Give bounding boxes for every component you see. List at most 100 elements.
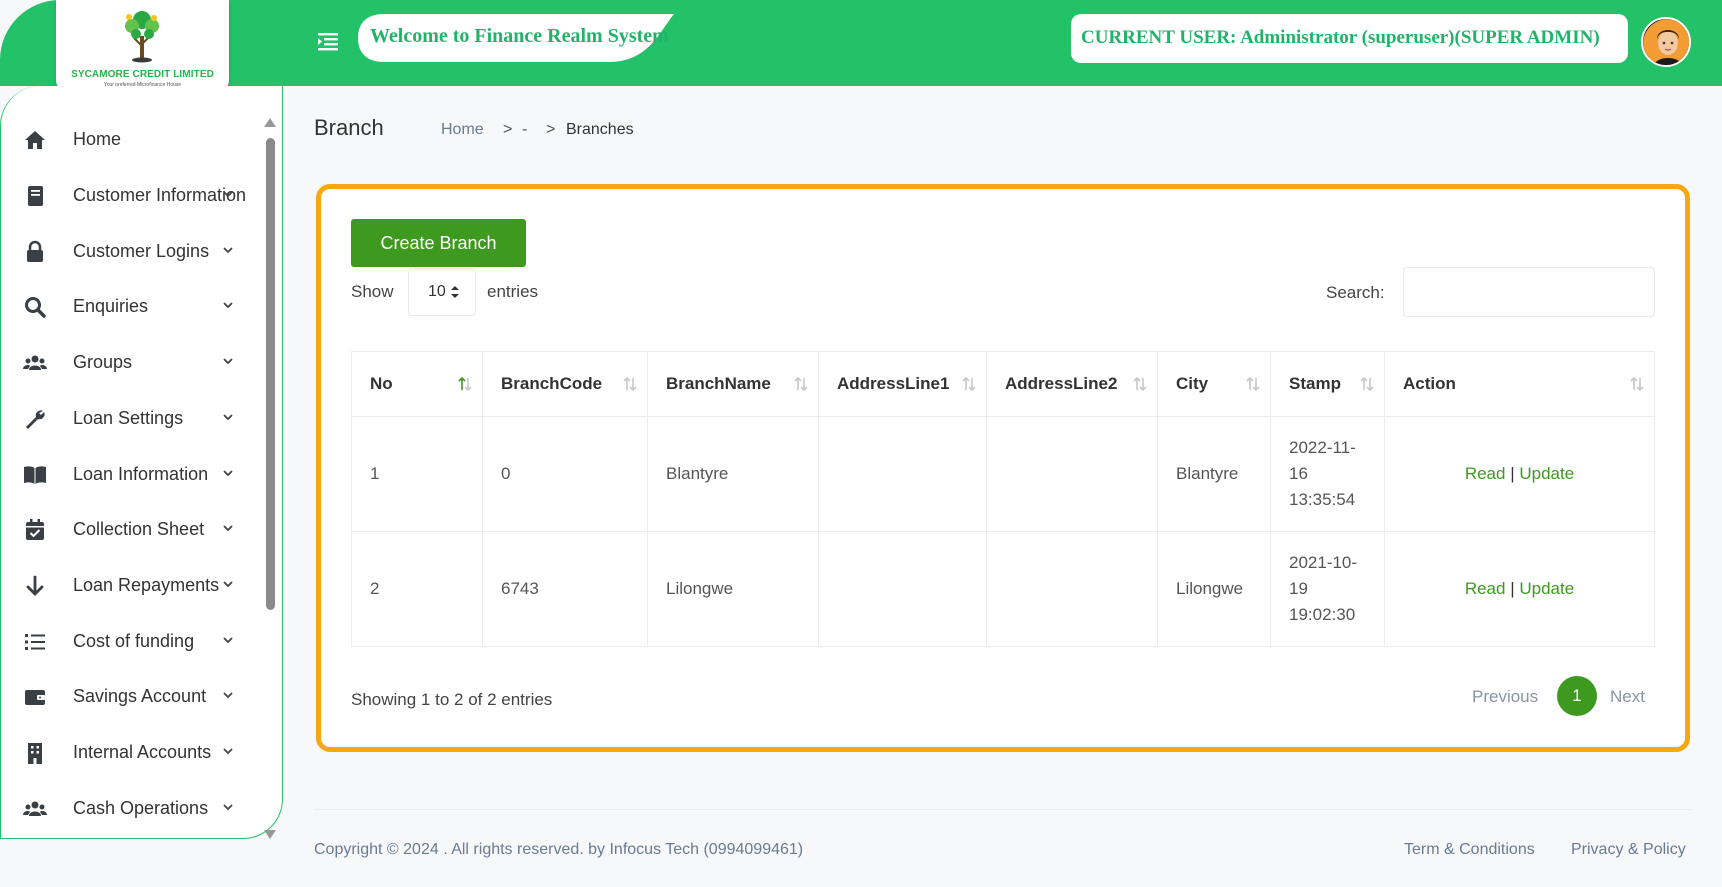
sidebar-item-label: Collection Sheet bbox=[73, 519, 205, 539]
search-icon bbox=[25, 297, 46, 318]
cell-addressline1 bbox=[818, 531, 987, 647]
read-link[interactable]: Read bbox=[1465, 464, 1506, 483]
column-header-action[interactable]: Action bbox=[1384, 351, 1655, 417]
cell-branchcode: 0 bbox=[482, 416, 648, 532]
read-link[interactable]: Read bbox=[1465, 579, 1506, 598]
sort-icon bbox=[1630, 376, 1644, 392]
sidebar-item-groups[interactable]: Groups bbox=[1, 343, 263, 383]
chevron-down-icon bbox=[223, 804, 233, 811]
sidebar-item-label: Cost of funding bbox=[73, 631, 195, 651]
sidebar-item-enquiries[interactable]: Enquiries bbox=[1, 287, 263, 327]
table-info: Showing 1 to 2 of 2 entries bbox=[351, 690, 553, 709]
lock-icon bbox=[27, 240, 43, 262]
column-header-stamp[interactable]: Stamp bbox=[1270, 351, 1385, 417]
terms-link[interactable]: Term & Conditions bbox=[1404, 841, 1535, 859]
branches-table: No BranchCode BranchName AddressLine1 Ad… bbox=[351, 351, 1655, 647]
menu-toggle-icon[interactable] bbox=[316, 31, 340, 51]
search-label: Search: bbox=[1326, 283, 1385, 302]
previous-page-button[interactable]: Previous bbox=[1472, 687, 1538, 707]
sort-icon bbox=[1246, 376, 1260, 392]
privacy-link[interactable]: Privacy & Policy bbox=[1571, 841, 1686, 859]
column-header-branchname[interactable]: BranchName bbox=[647, 351, 819, 417]
sidebar-item-label: Customer Logins bbox=[73, 241, 210, 261]
open-book-icon bbox=[24, 466, 46, 484]
cell-addressline2 bbox=[986, 531, 1158, 647]
wrench-icon bbox=[26, 410, 45, 429]
page-title: Branch bbox=[314, 115, 384, 140]
user-avatar[interactable] bbox=[1641, 17, 1691, 67]
sidebar-item-label: Groups bbox=[73, 352, 133, 372]
chevron-down-icon bbox=[223, 470, 233, 477]
breadcrumb-home[interactable]: Home bbox=[441, 121, 484, 139]
cell-no: 1 bbox=[351, 416, 483, 532]
cell-addressline2 bbox=[986, 416, 1158, 532]
sidebar-item-label: Loan Repayments bbox=[73, 575, 220, 595]
column-header-branchcode[interactable]: BranchCode bbox=[482, 351, 648, 417]
sort-icon bbox=[1360, 376, 1374, 392]
update-link[interactable]: Update bbox=[1519, 579, 1574, 598]
welcome-message: Welcome to Finance Realm System bbox=[370, 25, 669, 47]
page-1-button[interactable]: 1 bbox=[1557, 676, 1597, 716]
entries-label: entries bbox=[487, 282, 539, 301]
page-length-value: 10 bbox=[428, 283, 446, 300]
sidebar-item-label: Savings Account bbox=[73, 686, 207, 706]
chevron-down-icon bbox=[223, 581, 233, 588]
sidebar-item-customer-information[interactable]: Customer Information bbox=[1, 176, 263, 216]
table-row: 2 6743 Lilongwe Lilongwe 2021-10- 19 19:02… bbox=[351, 531, 1655, 647]
cell-stamp: 2022-11- 16 13:35:54 bbox=[1270, 416, 1385, 532]
building-icon bbox=[28, 743, 42, 764]
company-logo[interactable]: SYCAMORE CREDIT LIMITED Your preferred M… bbox=[56, 0, 229, 92]
column-header-no[interactable]: No bbox=[351, 351, 483, 417]
breadcrumb-separator: > bbox=[503, 121, 513, 138]
column-header-addressline2[interactable]: AddressLine2 bbox=[986, 351, 1158, 417]
sidebar-item-collection-sheet[interactable]: Collection Sheet bbox=[1, 510, 263, 550]
scroll-up-arrow-icon[interactable] bbox=[264, 118, 276, 127]
users-icon bbox=[23, 355, 47, 370]
sidebar-item-loan-information[interactable]: Loan Information bbox=[1, 455, 263, 495]
create-branch-button[interactable]: Create Branch bbox=[351, 219, 526, 267]
sidebar-item-label: Internal Accounts bbox=[73, 742, 212, 762]
footer-divider bbox=[314, 809, 1692, 810]
breadcrumb-separator: > bbox=[546, 121, 556, 138]
chevron-down-icon bbox=[223, 302, 233, 309]
tree-logo-icon bbox=[125, 11, 159, 63]
sort-icon bbox=[962, 376, 976, 392]
wallet-icon bbox=[25, 690, 45, 705]
home-icon bbox=[25, 131, 45, 149]
column-header-addressline1[interactable]: AddressLine1 bbox=[818, 351, 987, 417]
sidebar-item-loan-settings[interactable]: Loan Settings bbox=[1, 399, 263, 439]
sidebar-item-customer-logins[interactable]: Customer Logins bbox=[1, 232, 263, 272]
table-header-row: No BranchCode BranchName AddressLine1 Ad… bbox=[351, 351, 1655, 417]
sidebar-nav: Home Customer Information Customer Login… bbox=[0, 86, 283, 839]
chevron-down-icon bbox=[223, 247, 233, 254]
sidebar-item-savings-account[interactable]: Savings Account bbox=[1, 677, 263, 717]
sidebar-item-internal-accounts[interactable]: Internal Accounts bbox=[1, 733, 263, 773]
sidebar-item-label: Loan Information bbox=[73, 464, 209, 484]
cell-branchcode: 6743 bbox=[482, 531, 648, 647]
sidebar-item-cost-of-funding[interactable]: Cost of funding bbox=[1, 622, 263, 662]
column-header-city[interactable]: City bbox=[1157, 351, 1271, 417]
sort-icon bbox=[794, 376, 808, 392]
cell-addressline1 bbox=[818, 416, 987, 532]
sidebar-item-label: Enquiries bbox=[73, 296, 149, 316]
sidebar-item-label: Cash Operations bbox=[73, 798, 209, 818]
sidebar-item-home[interactable]: Home bbox=[1, 120, 263, 160]
sidebar-item-loan-repayments[interactable]: Loan Repayments bbox=[1, 566, 263, 606]
sidebar-scrollbar[interactable] bbox=[266, 138, 275, 610]
chevron-down-icon bbox=[223, 692, 233, 699]
calendar-check-icon bbox=[26, 519, 44, 540]
arrow-down-icon bbox=[26, 575, 44, 596]
sort-icon bbox=[623, 376, 637, 392]
cell-city: Lilongwe bbox=[1157, 531, 1271, 647]
cell-no: 2 bbox=[351, 531, 483, 647]
cell-stamp: 2021-10- 19 19:02:30 bbox=[1270, 531, 1385, 647]
next-page-button[interactable]: Next bbox=[1610, 687, 1645, 707]
chevron-down-icon bbox=[223, 358, 233, 365]
update-link[interactable]: Update bbox=[1519, 464, 1574, 483]
sidebar-item-label: Home bbox=[73, 129, 122, 149]
search-input[interactable] bbox=[1403, 267, 1655, 317]
action-separator: | bbox=[1510, 579, 1515, 598]
book-icon bbox=[28, 186, 43, 206]
scroll-down-arrow-icon[interactable] bbox=[264, 830, 276, 839]
sidebar-item-cash-operations[interactable]: Cash Operations bbox=[1, 789, 263, 829]
